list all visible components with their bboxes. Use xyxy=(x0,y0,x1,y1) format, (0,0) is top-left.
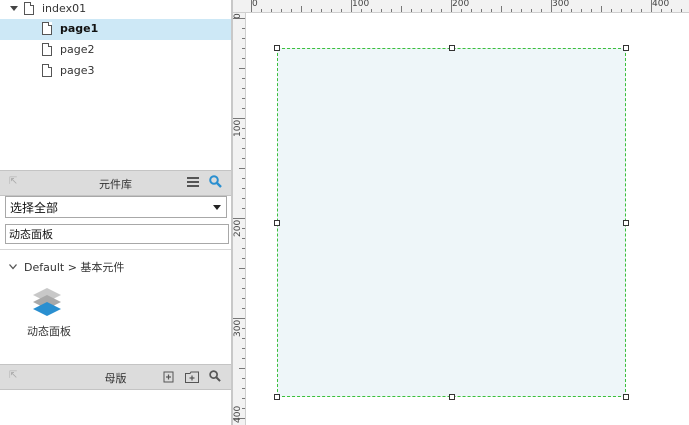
resize-handle-bottom-left[interactable] xyxy=(274,394,280,400)
search-icon[interactable] xyxy=(209,175,222,191)
library-select[interactable]: 选择全部 xyxy=(5,196,227,218)
ruler-tick-label: 400 xyxy=(652,0,670,9)
page-icon xyxy=(42,64,52,77)
resize-handle-left[interactable] xyxy=(274,220,280,226)
ruler-tick-label: 400 xyxy=(233,405,243,423)
resize-handle-top-left[interactable] xyxy=(274,45,280,51)
sitemap-root-item[interactable]: index01 xyxy=(0,0,231,21)
resize-handle-bottom-right[interactable] xyxy=(623,394,629,400)
search-icon[interactable] xyxy=(209,370,221,385)
ruler-tick-label: 0 xyxy=(252,0,258,9)
chevron-down-icon[interactable] xyxy=(9,260,17,270)
sitemap-item-label: page3 xyxy=(60,64,95,77)
resize-handle-bottom[interactable] xyxy=(449,394,455,400)
sitemap-item-label: page2 xyxy=(60,43,95,56)
resize-handle-top[interactable] xyxy=(449,45,455,51)
sitemap-item-page3[interactable]: page3 xyxy=(0,61,231,82)
resize-handle-top-right[interactable] xyxy=(623,45,629,51)
library-breadcrumb[interactable]: Default > 基本元件 xyxy=(24,259,124,275)
menu-icon[interactable] xyxy=(187,176,199,191)
page-icon xyxy=(24,2,34,15)
library-panel-header: ⇱ 元件库 xyxy=(0,170,231,196)
library-select-value: 选择全部 xyxy=(10,201,59,215)
horizontal-ruler: 0 100 200 300 400 xyxy=(233,0,689,13)
library-search-input[interactable] xyxy=(5,224,229,244)
ruler-tick-label: 200 xyxy=(233,219,243,237)
page-icon xyxy=(42,22,52,35)
masters-list xyxy=(0,390,231,425)
left-sidebar: index01 page1 page2 page3 ⇱ 元件库 选择全部 Def… xyxy=(0,0,231,425)
resize-handle-right[interactable] xyxy=(623,220,629,226)
ruler-tick-label: 300 xyxy=(552,0,570,9)
sitemap-item-label: page1 xyxy=(60,22,99,35)
masters-panel-header: ⇱ 母版 xyxy=(0,364,231,390)
sitemap-item-page1[interactable]: page1 xyxy=(0,19,231,40)
add-master-icon[interactable] xyxy=(163,371,175,386)
sitemap-root-label: index01 xyxy=(42,2,87,15)
sitemap-item-page2[interactable]: page2 xyxy=(0,40,231,61)
add-folder-icon[interactable] xyxy=(185,371,199,386)
ruler-tick-label: 200 xyxy=(452,0,470,9)
dynamic-panel-shape[interactable] xyxy=(277,48,626,397)
divider xyxy=(0,249,231,250)
page-icon xyxy=(42,43,52,56)
ruler-tick-label: 300 xyxy=(233,319,243,337)
ruler-tick-label: 0 xyxy=(233,13,243,19)
layers-icon xyxy=(32,286,62,321)
dropdown-arrow-icon xyxy=(213,205,221,210)
ruler-tick-label: 100 xyxy=(352,0,370,9)
expand-triangle-icon[interactable] xyxy=(10,6,18,11)
ruler-tick-label: 100 xyxy=(233,119,243,137)
widget-label: 动态面板 xyxy=(27,325,71,338)
vertical-ruler: 0 100 200 300 400 xyxy=(233,13,246,425)
